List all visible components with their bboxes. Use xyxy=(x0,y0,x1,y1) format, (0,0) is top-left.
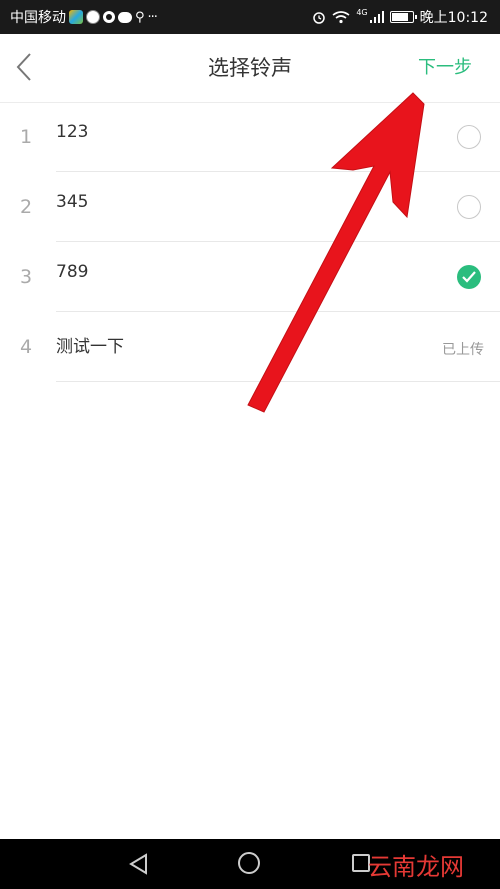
ringtone-row[interactable]: 3 789 xyxy=(0,242,500,312)
row-index: 2 xyxy=(20,196,33,218)
triangle-back-icon[interactable] xyxy=(128,853,148,875)
wifi-icon xyxy=(332,11,350,24)
row-index: 1 xyxy=(20,126,33,148)
app-notification-icon xyxy=(69,10,83,24)
ringtone-name: 345 xyxy=(56,192,89,212)
more-notifications-icon: ··· xyxy=(147,9,158,25)
row-divider xyxy=(56,381,500,382)
nav-bar: 云南龙网 xyxy=(0,839,500,889)
key-notification-icon: ⚲ xyxy=(135,9,145,25)
row-index: 4 xyxy=(20,336,33,358)
row-index: 3 xyxy=(20,266,33,288)
radio-unchecked-icon[interactable] xyxy=(457,125,481,149)
network-type-label: 4G xyxy=(356,8,368,17)
ringtone-list: 1 123 2 345 3 789 4 测试一下 已上传 xyxy=(0,102,500,382)
ringtone-name: 789 xyxy=(56,262,89,282)
carrier-label: 中国移动 xyxy=(10,10,66,26)
ringtone-row[interactable]: 1 123 xyxy=(0,102,500,172)
radio-unchecked-icon[interactable] xyxy=(457,195,481,219)
clock-label: 晚上10:12 xyxy=(419,10,488,26)
circle-home-icon[interactable] xyxy=(238,852,260,874)
status-left: 中国移动 ⚲ ··· xyxy=(10,0,158,34)
battery-icon xyxy=(389,11,417,23)
ringtone-name: 测试一下 xyxy=(56,337,124,357)
check-circle-icon[interactable] xyxy=(457,265,481,289)
alarm-icon xyxy=(313,12,326,24)
tiktok-notification-icon xyxy=(86,10,100,24)
watermark-logo: 云南龙网 xyxy=(368,853,464,881)
ringtone-row[interactable]: 2 345 xyxy=(0,172,500,242)
square-recent-icon[interactable] xyxy=(352,854,370,872)
signal-icon xyxy=(369,11,384,23)
camera-notification-icon xyxy=(103,11,115,23)
message-notification-icon xyxy=(118,11,132,23)
page-header: 选择铃声 下一步 xyxy=(0,34,500,103)
status-right: 4G 晚上10:12 xyxy=(312,0,488,34)
upload-status-label: 已上传 xyxy=(442,342,484,358)
ringtone-name: 123 xyxy=(56,122,89,142)
next-step-button[interactable]: 下一步 xyxy=(418,34,472,102)
status-bar: 中国移动 ⚲ ··· 4G 晚上10:12 xyxy=(0,0,500,34)
ringtone-row[interactable]: 4 测试一下 已上传 xyxy=(0,312,500,382)
